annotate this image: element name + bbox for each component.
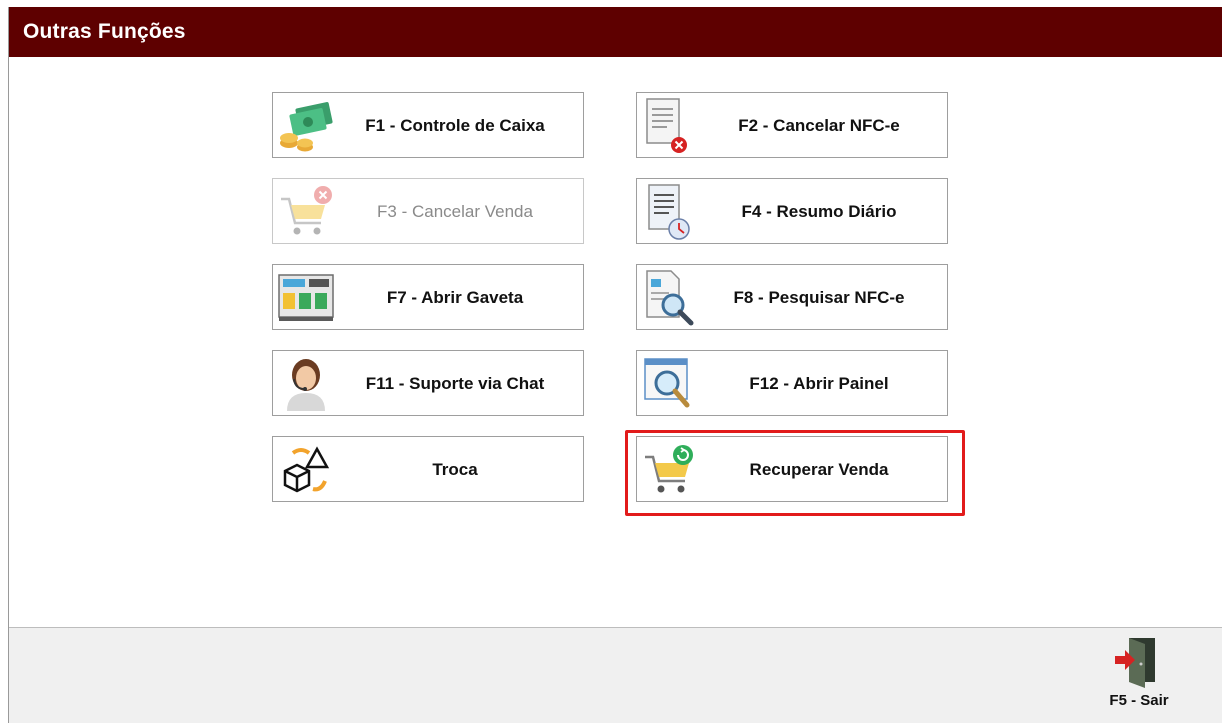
support-agent-icon [287,359,325,411]
outras-funcoes-window: Outras Funções F1 - Controle de Caixa F2… [8,7,1222,723]
button-label: Troca [432,460,478,479]
button-label: Recuperar Venda [749,460,889,479]
button-label: F11 - Suporte via Chat [365,374,545,393]
resumo-diario-button[interactable]: F4 - Resumo Diário [636,178,948,244]
button-label: F7 - Abrir Gaveta [386,288,524,307]
daily-report-clock-icon [648,184,690,240]
cash-drawer-icon [278,274,334,321]
title-bar: Outras Funções [9,7,1222,57]
cart-cancel-icon [281,186,332,235]
sair-label: F5 - Sair [1109,692,1169,709]
controle-de-caixa-button[interactable]: F1 - Controle de Caixa [272,92,584,158]
document-search-icon [646,270,694,326]
sair-button[interactable]: F5 - Sair [1099,636,1169,720]
abrir-gaveta-button[interactable]: F7 - Abrir Gaveta [272,264,584,330]
pesquisar-nfce-button[interactable]: F8 - Pesquisar NFC-e [636,264,948,330]
cash-money-icon [280,102,333,152]
button-label: F1 - Controle de Caixa [365,116,545,135]
bottom-toolbar: F5 - Sair [9,627,1222,723]
suporte-via-chat-button[interactable]: F11 - Suporte via Chat [272,350,584,416]
button-label: F12 - Abrir Painel [749,374,889,393]
abrir-painel-button[interactable]: F12 - Abrir Painel [636,350,948,416]
cart-recover-icon [645,445,693,493]
document-cancel-icon [646,98,687,153]
panel-search-icon [644,358,690,408]
recuperar-venda-button[interactable]: Recuperar Venda [636,436,948,502]
button-label: F8 - Pesquisar NFC-e [733,288,905,307]
troca-button[interactable]: Troca [272,436,584,502]
button-label: F2 - Cancelar NFC-e [738,116,900,135]
cancelar-venda-button[interactable]: F3 - Cancelar Venda [272,178,584,244]
button-label: F4 - Resumo Diário [741,202,897,221]
exchange-shapes-icon [283,446,330,493]
exit-door-icon [1115,638,1155,688]
button-label: F3 - Cancelar Venda [377,202,533,221]
window-title: Outras Funções [23,20,186,43]
cancelar-nfce-button[interactable]: F2 - Cancelar NFC-e [636,92,948,158]
